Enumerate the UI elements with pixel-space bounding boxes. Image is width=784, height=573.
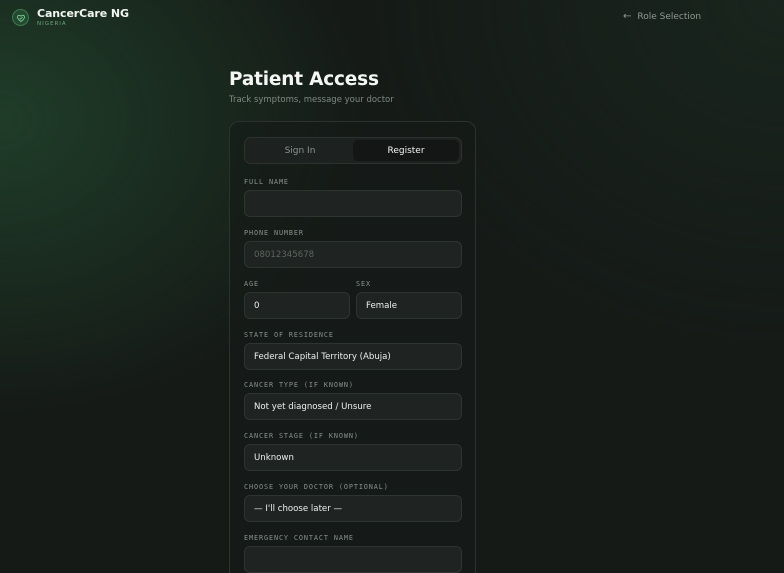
sex-value: Female [366, 300, 398, 311]
brand-name: CancerCare NG [37, 7, 129, 20]
state-label: STATE OF RESIDENCE [244, 331, 334, 339]
full-name-input[interactable] [254, 198, 452, 209]
age-value: 0 [254, 300, 260, 311]
back-link-label: Role Selection [637, 11, 702, 22]
page-title: Patient Access [229, 69, 379, 90]
emergency-contact-input[interactable] [254, 554, 452, 565]
sex-select[interactable]: Female [356, 292, 462, 319]
cancer-type-select[interactable]: Not yet diagnosed / Unsure [244, 393, 462, 420]
phone-number-field[interactable] [244, 241, 462, 268]
age-field[interactable]: 0 [244, 292, 350, 319]
arrow-left-icon: ← [623, 11, 632, 22]
cancer-type-value: Not yet diagnosed / Unsure [254, 401, 372, 412]
full-name-label: FULL NAME [244, 178, 289, 186]
phone-number-input[interactable] [254, 249, 452, 260]
cancer-stage-select[interactable]: Unknown [244, 444, 462, 471]
cancer-stage-value: Unknown [254, 452, 294, 463]
sex-label: SEX [356, 280, 371, 288]
phone-number-label: PHONE NUMBER [244, 229, 304, 237]
page-subtitle: Track symptoms, message your doctor [229, 95, 394, 105]
back-to-role-selection-link[interactable]: ← Role Selection [623, 11, 701, 22]
cancer-stage-label: CANCER STAGE (IF KNOWN) [244, 432, 359, 440]
age-label: AGE [244, 280, 259, 288]
patient-access-card: Sign In Register FULL NAME PHONE NUMBER … [229, 121, 476, 573]
doctor-label: CHOOSE YOUR DOCTOR (OPTIONAL) [244, 483, 389, 491]
logo-icon [12, 9, 29, 27]
brand: CancerCare NG NIGERIA [12, 8, 129, 28]
brand-subtitle: NIGERIA [37, 21, 67, 27]
state-select[interactable]: Federal Capital Territory (Abuja) [244, 343, 462, 370]
doctor-value: — I'll choose later — [254, 503, 343, 514]
state-value: Federal Capital Territory (Abuja) [254, 351, 391, 362]
doctor-select[interactable]: — I'll choose later — [244, 495, 462, 522]
emergency-contact-label: EMERGENCY CONTACT NAME [244, 534, 354, 542]
cancer-type-label: CANCER TYPE (IF KNOWN) [244, 381, 354, 389]
tab-register[interactable]: Register [353, 140, 459, 161]
full-name-field[interactable] [244, 190, 462, 217]
tab-sign-in[interactable]: Sign In [247, 140, 353, 161]
auth-tabs: Sign In Register [244, 137, 462, 164]
emergency-contact-field[interactable] [244, 546, 462, 573]
